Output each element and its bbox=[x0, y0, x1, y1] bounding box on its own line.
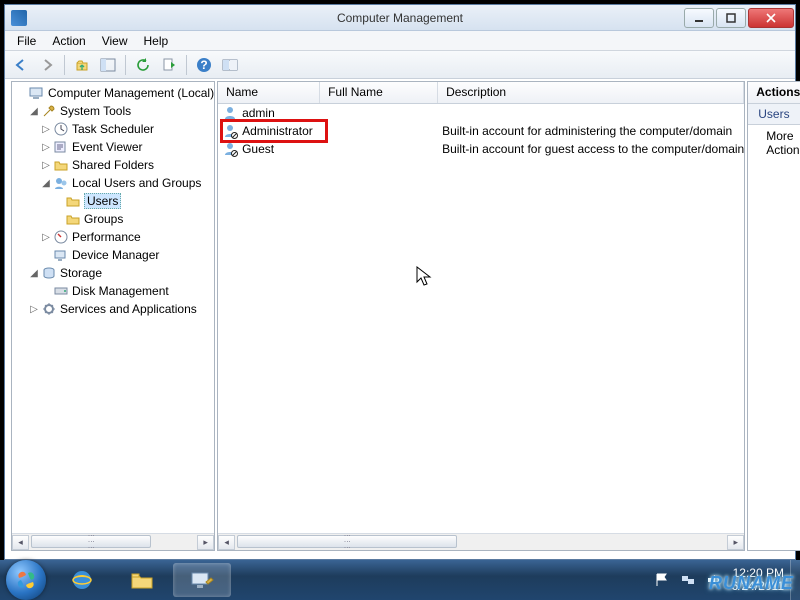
shared-folder-icon bbox=[53, 157, 69, 173]
tree-local-users-groups[interactable]: ◢Local Users and Groups bbox=[12, 174, 214, 192]
tree-system-tools[interactable]: ◢System Tools bbox=[12, 102, 214, 120]
actions-pane: Actions Users▴ More Actions▸ bbox=[747, 81, 800, 551]
col-description[interactable]: Description bbox=[438, 82, 744, 103]
tree-storage[interactable]: ◢Storage bbox=[12, 264, 214, 282]
list-row[interactable]: admin bbox=[218, 104, 744, 122]
tray-network-icon[interactable] bbox=[680, 572, 696, 588]
menu-file[interactable]: File bbox=[9, 32, 44, 50]
disk-icon bbox=[53, 283, 69, 299]
close-button[interactable] bbox=[748, 8, 794, 28]
show-desktop-button[interactable] bbox=[790, 560, 800, 600]
list-row[interactable]: Guest Built-in account for guest access … bbox=[218, 140, 744, 158]
taskbar-ie[interactable] bbox=[53, 563, 111, 597]
clock-icon bbox=[53, 121, 69, 137]
show-hide-tree-button[interactable] bbox=[96, 54, 120, 76]
folder-icon bbox=[65, 193, 81, 209]
actions-section[interactable]: Users▴ bbox=[748, 104, 800, 125]
computer-icon bbox=[29, 85, 45, 101]
tray-flag-icon[interactable] bbox=[654, 572, 670, 588]
system-tray[interactable]: 12:20 PM6/24/2011 bbox=[654, 567, 791, 593]
titlebar[interactable]: Computer Management bbox=[5, 5, 795, 31]
taskbar-clock[interactable]: 12:20 PM6/24/2011 bbox=[732, 567, 785, 593]
maximize-button[interactable] bbox=[716, 8, 746, 28]
tree-pane: Computer Management (Local) ◢System Tool… bbox=[11, 81, 215, 551]
col-fullname[interactable]: Full Name bbox=[320, 82, 438, 103]
storage-icon bbox=[41, 265, 57, 281]
tree-hscroll[interactable]: ◂▸ bbox=[12, 533, 214, 550]
users-group-icon bbox=[53, 175, 69, 191]
taskbar[interactable]: 12:20 PM6/24/2011 bbox=[0, 560, 800, 600]
system-menu-icon[interactable] bbox=[11, 10, 27, 26]
tree-shared-folders[interactable]: ▷Shared Folders bbox=[12, 156, 214, 174]
up-button[interactable] bbox=[70, 54, 94, 76]
actions-more[interactable]: More Actions▸ bbox=[748, 125, 800, 161]
svg-text:?: ? bbox=[200, 58, 207, 72]
services-icon bbox=[41, 301, 57, 317]
back-button[interactable] bbox=[9, 54, 33, 76]
properties-button[interactable] bbox=[218, 54, 242, 76]
user-disabled-icon bbox=[222, 123, 238, 139]
export-list-button[interactable] bbox=[157, 54, 181, 76]
tree-root[interactable]: Computer Management (Local) bbox=[12, 84, 214, 102]
list-hscroll[interactable]: ◂▸ bbox=[218, 533, 744, 550]
device-icon bbox=[53, 247, 69, 263]
window-title: Computer Management bbox=[5, 11, 795, 25]
user-icon bbox=[222, 105, 238, 121]
perf-icon bbox=[53, 229, 69, 245]
tray-volume-icon[interactable] bbox=[706, 572, 722, 588]
col-name[interactable]: Name bbox=[218, 82, 320, 103]
event-icon bbox=[53, 139, 69, 155]
menu-view[interactable]: View bbox=[94, 32, 136, 50]
tree-users[interactable]: Users bbox=[12, 192, 214, 210]
tree-event-viewer[interactable]: ▷Event Viewer bbox=[12, 138, 214, 156]
menu-help[interactable]: Help bbox=[136, 32, 177, 50]
menubar: File Action View Help bbox=[5, 31, 795, 51]
list-row[interactable]: Administrator Built-in account for admin… bbox=[218, 122, 744, 140]
folder-icon bbox=[65, 211, 81, 227]
taskbar-compmgmt[interactable] bbox=[173, 563, 231, 597]
tree-groups[interactable]: Groups bbox=[12, 210, 214, 228]
tree-task-scheduler[interactable]: ▷Task Scheduler bbox=[12, 120, 214, 138]
refresh-button[interactable] bbox=[131, 54, 155, 76]
tree-performance[interactable]: ▷Performance bbox=[12, 228, 214, 246]
list-pane: Name Full Name Description admin Adminis… bbox=[217, 81, 745, 551]
start-button[interactable] bbox=[6, 560, 46, 600]
taskbar-explorer[interactable] bbox=[113, 563, 171, 597]
forward-button[interactable] bbox=[35, 54, 59, 76]
toolbar: ? bbox=[5, 51, 795, 79]
menu-action[interactable]: Action bbox=[44, 32, 93, 50]
actions-header: Actions bbox=[748, 82, 800, 104]
tree-services-apps[interactable]: ▷Services and Applications bbox=[12, 300, 214, 318]
user-disabled-icon bbox=[222, 141, 238, 157]
list-header: Name Full Name Description bbox=[218, 82, 744, 104]
help-button[interactable]: ? bbox=[192, 54, 216, 76]
tree-device-manager[interactable]: Device Manager bbox=[12, 246, 214, 264]
compmgmt-window: Computer Management File Action View Hel… bbox=[4, 4, 796, 560]
minimize-button[interactable] bbox=[684, 8, 714, 28]
tree-disk-management[interactable]: Disk Management bbox=[12, 282, 214, 300]
tools-icon bbox=[41, 103, 57, 119]
